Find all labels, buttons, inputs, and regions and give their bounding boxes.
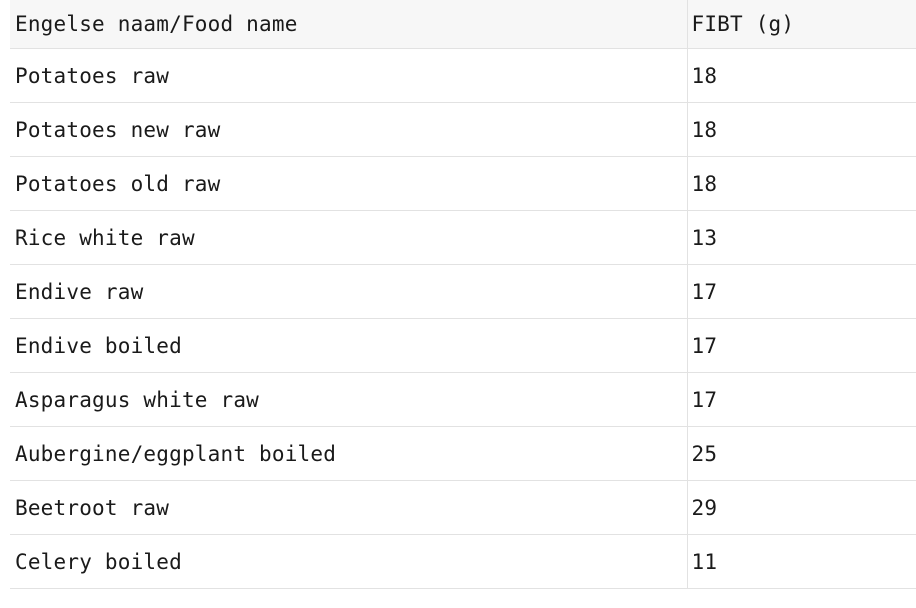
column-header-fibt[interactable]: FIBT (g) [686,0,916,49]
table-row[interactable]: Beetroot raw 29 [10,480,916,535]
column-header-food-name[interactable]: Engelse naam/Food name [10,0,687,49]
table-row[interactable]: Potatoes raw 18 [10,48,916,103]
food-name-cell: Endive boiled [10,318,687,373]
food-name-cell: Beetroot raw [10,480,687,535]
fibt-value-cell: 17 [686,372,916,427]
food-name-cell: Aubergine/eggplant boiled [10,426,687,481]
table-body: Potatoes raw 18 Potatoes new raw 18 Pota… [10,48,916,589]
table-header: Engelse naam/Food name FIBT (g) [10,0,916,49]
table-row[interactable]: Potatoes new raw 18 [10,102,916,157]
food-table-container: Engelse naam/Food name FIBT (g) Potatoes… [10,0,916,589]
table-row[interactable]: Endive raw 17 [10,264,916,319]
fibt-value-cell: 17 [686,264,916,319]
fibt-value-cell: 13 [686,210,916,265]
fibt-value-cell: 18 [686,156,916,211]
table-row[interactable]: Celery boiled 11 [10,534,916,589]
fibt-value-cell: 17 [686,318,916,373]
fibt-value-cell: 18 [686,48,916,103]
header-row: Engelse naam/Food name FIBT (g) [10,0,916,49]
food-name-cell: Potatoes old raw [10,156,687,211]
food-name-cell: Rice white raw [10,210,687,265]
food-table: Engelse naam/Food name FIBT (g) Potatoes… [10,0,916,589]
food-name-cell: Potatoes new raw [10,102,687,157]
food-name-cell: Asparagus white raw [10,372,687,427]
fibt-value-cell: 18 [686,102,916,157]
fibt-value-cell: 25 [686,426,916,481]
table-row[interactable]: Aubergine/eggplant boiled 25 [10,426,916,481]
table-row[interactable]: Asparagus white raw 17 [10,372,916,427]
table-row[interactable]: Rice white raw 13 [10,210,916,265]
table-row[interactable]: Potatoes old raw 18 [10,156,916,211]
food-name-cell: Endive raw [10,264,687,319]
fibt-value-cell: 11 [686,534,916,589]
fibt-value-cell: 29 [686,480,916,535]
table-row[interactable]: Endive boiled 17 [10,318,916,373]
food-name-cell: Celery boiled [10,534,687,589]
food-name-cell: Potatoes raw [10,48,687,103]
